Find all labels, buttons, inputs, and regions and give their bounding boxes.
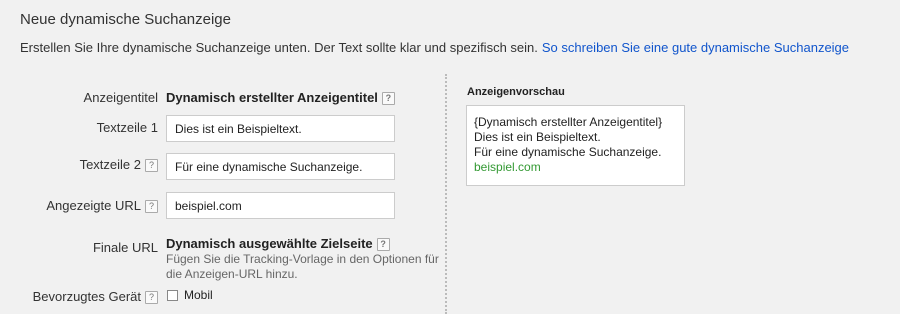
preview-title: Anzeigenvorschau <box>467 86 565 98</box>
final-url-value: Dynamisch ausgewählte Zielseite <box>166 236 373 251</box>
intro-text: Erstellen Sie Ihre dynamische Suchanzeig… <box>20 40 538 55</box>
line2-input[interactable] <box>166 153 395 180</box>
line2-label-row: Textzeile 2? <box>79 157 158 173</box>
page-title: Neue dynamische Suchanzeige <box>20 11 231 28</box>
display-url-label: Angezeigte URL <box>46 198 141 213</box>
help-icon[interactable]: ? <box>145 200 158 214</box>
device-label: Bevorzugtes Gerät <box>32 289 141 304</box>
line2-label: Textzeile 2 <box>79 157 141 172</box>
final-url-hint: Fügen Sie die Tracking-Vorlage in den Op… <box>166 252 439 281</box>
help-link[interactable]: So schreiben Sie eine gute dynamische Su… <box>542 40 849 55</box>
help-icon[interactable]: ? <box>381 92 395 106</box>
device-label-row: Bevorzugtes Gerät? <box>32 289 158 305</box>
preview-headline: {Dynamisch erstellter Anzeigentitel} <box>474 115 663 129</box>
help-icon[interactable]: ? <box>145 291 158 305</box>
display-url-input[interactable] <box>166 192 395 219</box>
mobile-checkbox-label[interactable]: Mobil <box>184 288 213 302</box>
mobile-checkbox[interactable] <box>167 290 178 301</box>
final-url-label: Finale URL <box>92 240 158 255</box>
line1-label: Textzeile 1 <box>96 120 158 135</box>
ad-title-value: Dynamisch erstellter Anzeigentitel <box>166 90 378 105</box>
ad-title-label: Anzeigentitel <box>83 90 158 105</box>
final-url-value-row: Dynamisch ausgewählte Zielseite? <box>166 236 390 252</box>
preview-url: beispiel.com <box>474 160 541 174</box>
ad-preview: {Dynamisch erstellter Anzeigentitel} Die… <box>466 105 685 186</box>
help-icon[interactable]: ? <box>376 238 390 252</box>
preview-line1: Dies ist ein Beispieltext. <box>474 130 601 144</box>
ad-title-value-row: Dynamisch erstellter Anzeigentitel? <box>166 90 395 106</box>
help-icon[interactable]: ? <box>145 159 158 173</box>
preview-line2: Für eine dynamische Suchanzeige. <box>474 145 662 159</box>
column-divider <box>445 74 447 314</box>
display-url-label-row: Angezeigte URL? <box>46 198 158 214</box>
intro-line: Erstellen Sie Ihre dynamische Suchanzeig… <box>20 40 849 55</box>
line1-input[interactable] <box>166 115 395 142</box>
